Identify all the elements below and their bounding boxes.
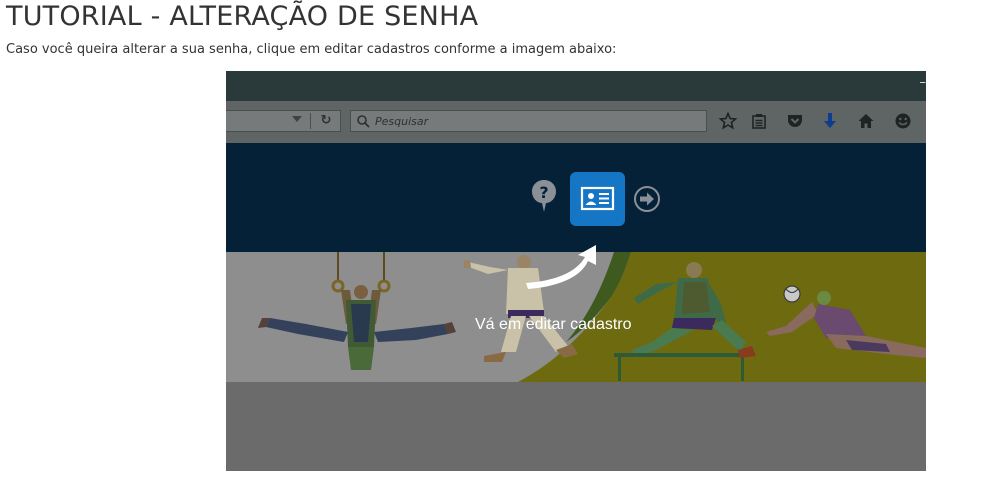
profile-card-icon	[580, 186, 615, 211]
pocket-icon[interactable]	[786, 112, 804, 130]
url-bar[interactable]: ↻	[226, 110, 341, 132]
chevron-down-icon[interactable]	[292, 116, 302, 122]
site-header: ?	[226, 143, 926, 252]
search-icon	[357, 115, 370, 128]
browser-titlebar: –	[226, 71, 926, 101]
overlay-lower-area	[226, 382, 926, 471]
page-title: TUTORIAL - ALTERAÇÃO DE SENHA	[6, 1, 479, 32]
browser-toolbar: ↻	[226, 101, 926, 143]
help-icon[interactable]: ?	[531, 179, 557, 213]
instruction-label: Vá em editar cadastro	[475, 316, 632, 333]
tutorial-screenshot: – ↻ Pesquisar ? Vá em editar cadastro	[226, 71, 926, 471]
curved-arrow-icon	[526, 245, 596, 289]
reading-list-icon[interactable]	[750, 112, 768, 130]
intro-text: Caso você queira alterar a sua senha, cl…	[6, 42, 617, 57]
bookmark-star-icon[interactable]	[719, 112, 737, 130]
download-arrow-icon[interactable]	[821, 112, 839, 130]
minimize-icon[interactable]: –	[916, 76, 927, 90]
edit-profile-button[interactable]	[570, 172, 625, 226]
search-input[interactable]	[375, 113, 695, 129]
reload-icon[interactable]: ↻	[317, 112, 335, 130]
url-divider	[310, 113, 311, 129]
svg-text:?: ?	[539, 183, 548, 202]
logout-arrow-icon[interactable]	[633, 185, 661, 213]
home-icon[interactable]	[857, 112, 875, 130]
emoji-icon[interactable]	[894, 112, 912, 130]
search-box[interactable]	[350, 110, 707, 132]
